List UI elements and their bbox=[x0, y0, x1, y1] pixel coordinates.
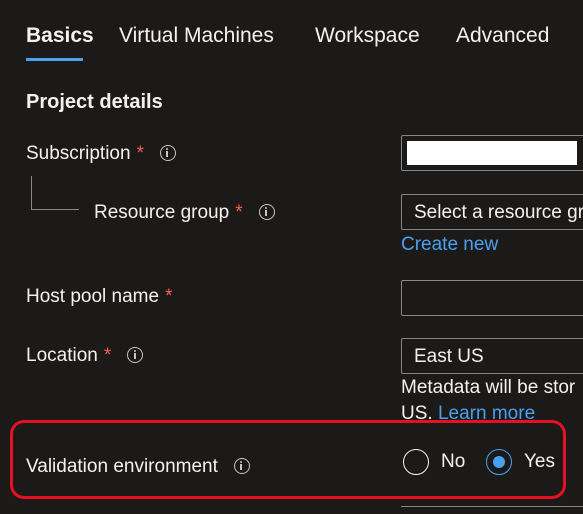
host-pool-name-label: Host pool name bbox=[26, 286, 160, 307]
host-pool-name-input[interactable] bbox=[401, 280, 583, 316]
required-marker: * bbox=[165, 286, 173, 307]
required-marker: * bbox=[235, 202, 243, 223]
resource-group-label-row: Resource group * bbox=[94, 202, 275, 224]
radio-no-label[interactable]: No bbox=[441, 451, 465, 473]
info-icon[interactable] bbox=[258, 203, 275, 220]
tab-advanced[interactable]: Advanced bbox=[456, 24, 549, 48]
tab-workspace[interactable]: Workspace bbox=[315, 24, 420, 48]
subscription-label-row: Subscription * bbox=[26, 143, 176, 165]
resource-group-label: Resource group bbox=[94, 202, 230, 223]
validation-environment-label: Validation environment bbox=[26, 456, 218, 477]
resource-group-select[interactable]: Select a resource gr bbox=[401, 194, 583, 230]
info-icon[interactable] bbox=[233, 457, 250, 474]
subscription-label: Subscription bbox=[26, 143, 131, 164]
required-marker: * bbox=[136, 143, 144, 164]
host-pool-name-label-row: Host pool name * bbox=[26, 286, 172, 308]
radio-yes[interactable] bbox=[486, 449, 512, 475]
section-title: Project details bbox=[26, 91, 163, 113]
radio-no[interactable] bbox=[403, 449, 429, 475]
location-metadata-note: Metadata will be stor bbox=[401, 377, 576, 398]
location-value: East US bbox=[414, 346, 484, 367]
active-tab-indicator bbox=[26, 58, 83, 61]
location-label: Location bbox=[26, 345, 98, 366]
required-marker: * bbox=[103, 345, 112, 366]
next-field-edge bbox=[401, 506, 583, 507]
radio-yes-label[interactable]: Yes bbox=[524, 451, 555, 473]
tree-connector-vertical bbox=[31, 176, 32, 209]
resource-group-placeholder: Select a resource gr bbox=[414, 202, 583, 223]
location-label-row: Location * bbox=[26, 345, 144, 367]
tab-basics[interactable]: Basics bbox=[26, 24, 94, 48]
tree-connector-horizontal bbox=[31, 209, 79, 210]
tab-virtual-machines[interactable]: Virtual Machines bbox=[119, 24, 274, 48]
subscription-value-fill bbox=[407, 141, 577, 165]
info-icon[interactable] bbox=[159, 144, 176, 161]
create-new-link[interactable]: Create new bbox=[401, 234, 498, 256]
location-select[interactable]: East US bbox=[401, 338, 583, 374]
info-icon[interactable] bbox=[127, 346, 144, 363]
validation-environment-label-row: Validation environment bbox=[26, 456, 250, 478]
